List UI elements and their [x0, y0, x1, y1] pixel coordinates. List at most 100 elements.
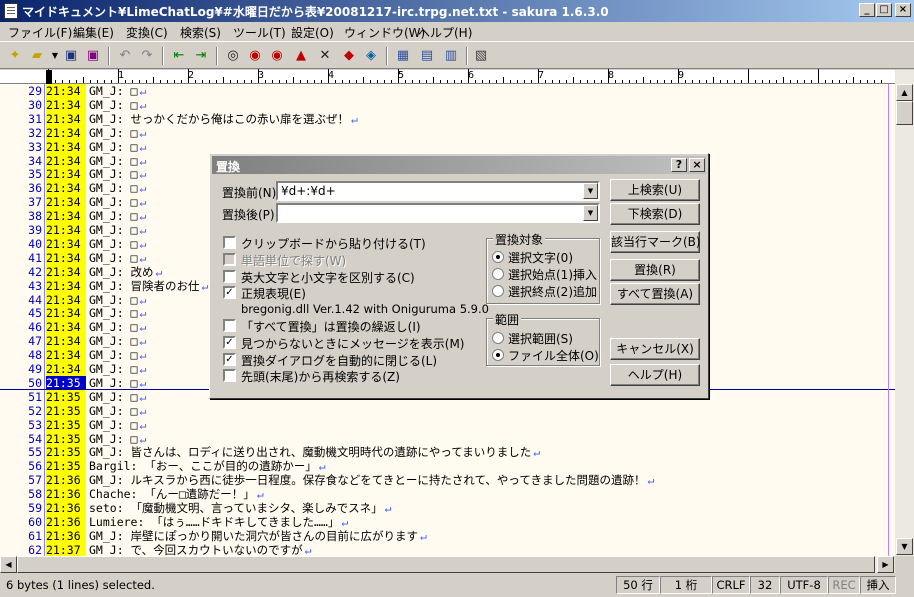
match-case-checkbox[interactable]	[223, 270, 236, 283]
ruler-tick	[363, 77, 364, 83]
find-dropdown-icon[interactable]: ▼	[583, 183, 598, 199]
clear-mark-icon[interactable]: ✕	[316, 47, 334, 65]
scroll-thumb[interactable]	[896, 101, 913, 125]
editor-line[interactable]: 54 21:35 GM_J: □ ↵	[0, 431, 895, 446]
editor-line[interactable]: 58 21:36 Chache: 「んー□遺跡だー！」 ↵	[0, 487, 895, 502]
timestamp: 21:34	[46, 334, 86, 349]
target-selected-text-radio[interactable]	[492, 251, 504, 263]
range-selection-radio[interactable]	[492, 332, 504, 344]
find-down-icon[interactable]: ◉	[246, 47, 264, 65]
ruler-tick	[566, 80, 567, 83]
editor-line[interactable]: 31 21:34 GM_J: せっかくだから俺はこの赤い扉を選ぶぜ！ ↵	[0, 111, 895, 126]
vertical-scrollbar[interactable]: ▲ ▼	[895, 70, 914, 556]
replace-button[interactable]: 置換(R)	[610, 259, 700, 281]
menu-tools[interactable]: ツール(T)	[233, 24, 286, 41]
editor-line[interactable]: 62 21:37 GM_J: で、今回スカウトいないのですが ↵	[0, 542, 895, 556]
ruler-tick	[286, 80, 287, 83]
outline-icon[interactable]: ▦	[394, 47, 412, 65]
compare-icon[interactable]: ▤	[418, 47, 436, 65]
replace-label: 置換後(P)	[222, 208, 275, 222]
timestamp: 21:34	[46, 139, 86, 154]
menu-convert[interactable]: 変換(C)	[126, 24, 168, 41]
status-insert-mode[interactable]: 挿入	[860, 576, 896, 594]
editor-line[interactable]: 52 21:35 GM_J: □ ↵	[0, 403, 895, 418]
gutter-separator	[44, 223, 45, 237]
menu-edit[interactable]: 編集(E)	[73, 24, 114, 41]
jump-forward-icon[interactable]: ⇥	[192, 47, 210, 65]
wrap-search-checkbox[interactable]	[223, 369, 236, 382]
line-text: GM_J: □ ↵	[89, 98, 146, 112]
undo-icon[interactable]: ↶	[116, 47, 134, 65]
range-whole-file-radio[interactable]	[492, 349, 504, 361]
tag-jump-icon[interactable]: ◈	[362, 47, 380, 65]
menu-search[interactable]: 検索(S)	[180, 24, 221, 41]
scroll-down-button[interactable]: ▼	[896, 538, 913, 555]
hscroll-thumb[interactable]	[17, 556, 875, 573]
find-down-button[interactable]: 下検索(D)	[610, 203, 700, 225]
find-icon[interactable]: ◎	[224, 47, 242, 65]
gutter-separator	[44, 292, 45, 307]
editor-line[interactable]: 57 21:36 GM_J: ルキスラから西に徒歩一日程度。保存食などをてきとーに持…	[0, 473, 895, 488]
diff-icon[interactable]: ▥	[442, 47, 460, 65]
grep-icon[interactable]: ◆	[340, 47, 358, 65]
editor-line[interactable]: 59 21:36 seto: 「魔動機文明、言っていまシタ、楽しみでスネ」 ↵	[0, 501, 895, 515]
mark-lines-button[interactable]: 該当行マーク(B)	[610, 231, 701, 253]
help-button[interactable]: ヘルプ(H)	[610, 364, 700, 386]
replace-dropdown-icon[interactable]: ▼	[583, 205, 598, 221]
settings-icon[interactable]: ▧	[472, 47, 490, 65]
auto-close-checkbox[interactable]: ✓	[223, 353, 236, 366]
line-content: GM_J: □	[89, 320, 138, 335]
menu-window[interactable]: ウィンドウ(W)	[344, 24, 425, 41]
find-up-icon[interactable]: ◉	[268, 47, 286, 65]
maximize-button[interactable]: □	[876, 3, 892, 17]
find-input[interactable]: ¥d+:¥d+ ▼	[276, 181, 600, 201]
scroll-left-button[interactable]: ◀	[0, 556, 17, 573]
editor-line[interactable]: 60 21:36 Lumiere: 「はぅ……ドキドキしてきました……」 ↵	[0, 514, 895, 529]
paste-clipboard-checkbox[interactable]	[223, 236, 236, 249]
editor-line[interactable]: 61 21:36 GM_J: 岸壁にぽっかり開いた洞穴が皆さんの目前に広がります ↵	[0, 528, 895, 543]
close-button[interactable]: ×	[895, 3, 911, 17]
target-append-end-radio[interactable]	[492, 285, 504, 297]
replace-all-button[interactable]: すべて置換(A)	[610, 283, 700, 305]
new-file-icon[interactable]: ✦	[6, 47, 24, 65]
ruler-tick	[125, 80, 126, 83]
editor-line[interactable]: 32 21:34 GM_J: □ ↵	[0, 125, 895, 140]
timestamp: 21:37	[46, 542, 86, 556]
save-icon[interactable]: ▣	[62, 47, 80, 65]
horizontal-scrollbar[interactable]: ◀ ▶	[0, 556, 895, 573]
save-all-icon[interactable]: ▣	[84, 47, 102, 65]
range-whole-file-label: ファイル全体(O)	[508, 349, 599, 363]
open-folder-icon[interactable]: ▰	[28, 47, 46, 65]
menu-file[interactable]: ファイル(F)	[8, 24, 72, 41]
jump-back-icon[interactable]: ⇤	[170, 47, 188, 65]
replace-input[interactable]: ▼	[276, 203, 600, 223]
editor-line[interactable]: 29 21:34 GM_J: □ ↵	[0, 84, 895, 98]
notfound-message-checkbox[interactable]: ✓	[223, 336, 236, 349]
editor-line[interactable]: 55 21:35 GM_J: 皆さんは、ロディに送り出され、魔動機文明時代の遺跡にや…	[0, 445, 895, 460]
editor-line[interactable]: 53 21:35 GM_J: □ ↵	[0, 417, 895, 432]
replace-icon[interactable]: ▲	[292, 47, 310, 65]
status-row: 50 行	[616, 576, 660, 594]
scroll-right-button[interactable]: ▶	[877, 556, 894, 573]
dialog-help-button[interactable]: ?	[671, 158, 687, 172]
replace-all-repeat-checkbox[interactable]	[223, 319, 236, 332]
scroll-up-button[interactable]: ▲	[896, 84, 913, 101]
gutter-separator	[44, 181, 45, 196]
status-encoding[interactable]: UTF-8	[780, 576, 828, 594]
toolbar: ✦ ▰ ▼ ▣ ▣ ↶ ↷ ⇤ ⇥ ◎ ◉ ◉ ▲ ✕ ◆ ◈ ▦ ▤ ▥ ▧	[0, 41, 914, 69]
menu-help[interactable]: ヘルプ(H)	[418, 24, 472, 41]
editor-line[interactable]: 56 21:35 Bargil: 「おー、ここが目的の遺跡かー」 ↵	[0, 459, 895, 474]
find-up-button[interactable]: 上検索(U)	[610, 179, 700, 201]
editor-line[interactable]: 33 21:34 GM_J: □ ↵	[0, 139, 895, 154]
dialog-close-button[interactable]: ×	[689, 158, 705, 172]
target-append-end-label: 選択終点(2)追加	[508, 285, 597, 299]
cancel-button[interactable]: キャンセル(X)	[610, 338, 700, 360]
status-eol[interactable]: CRLF	[712, 576, 750, 594]
minimize-button[interactable]: _	[859, 3, 875, 17]
regex-checkbox[interactable]: ✓	[223, 286, 236, 299]
target-insert-start-radio[interactable]	[492, 268, 504, 280]
redo-icon[interactable]: ↷	[138, 47, 156, 65]
return-mark-icon: ↵	[420, 528, 427, 543]
menu-settings[interactable]: 設定(O)	[291, 24, 334, 41]
editor-line[interactable]: 30 21:34 GM_J: □ ↵	[0, 97, 895, 112]
